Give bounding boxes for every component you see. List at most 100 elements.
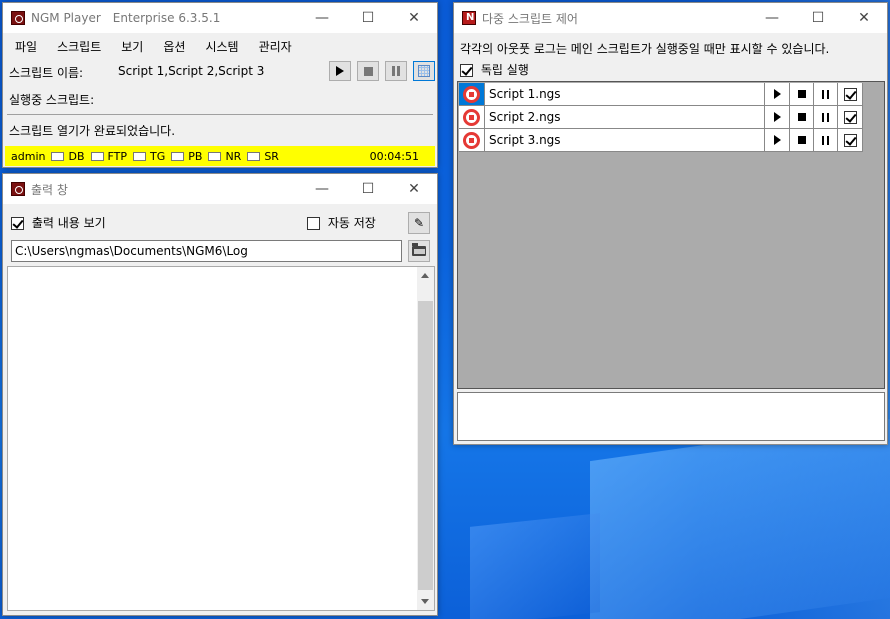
script-checkbox[interactable] [843,133,857,147]
menu-file[interactable]: 파일 [5,38,47,55]
script-row[interactable]: Script 1.ngs [459,83,863,106]
multi-script-button[interactable] [413,61,435,81]
script-play-button[interactable] [765,129,790,152]
script-stop-cell[interactable] [459,83,485,106]
player-titlebar[interactable]: NGM Player Enterprise 6.3.5.1 — ☐ ✕ [3,3,437,33]
independent-run-label: 독립 실행 [480,63,529,77]
script-checkbox-cell[interactable] [838,129,863,152]
stop-button[interactable] [357,61,379,81]
script-pause-button[interactable] [814,129,838,152]
script-stop-cell[interactable] [459,129,485,152]
multi-script-window: 다중 스크립트 제어 — ☐ ✕ 각각의 아웃풋 로그는 메인 스크립트가 실행… [453,2,888,445]
indicator-nr: NR [208,150,241,163]
folder-icon [412,243,426,256]
menu-options[interactable]: 옵션 [153,38,195,55]
output-close-button[interactable]: ✕ [391,174,437,204]
indicator-tg: TG [133,150,165,163]
output-title: 출력 창 [31,182,68,197]
auto-save-checkbox[interactable] [307,217,320,230]
close-button[interactable]: ✕ [391,3,437,33]
script-name-value: Script 1,Script 2,Script 3 [118,64,265,78]
script-play-button[interactable] [765,83,790,106]
scroll-thumb[interactable] [418,301,433,590]
auto-save-option[interactable]: 자동 저장 [307,214,376,231]
log-path-field[interactable]: C:\Users\ngmas\Documents\NGM6\Log [11,240,402,262]
maximize-icon: ☐ [811,10,825,26]
minimize-icon: — [765,10,779,26]
menu-admin[interactable]: 관리자 [249,38,302,55]
status-user: admin [11,149,46,163]
output-log-area[interactable] [7,266,435,611]
desktop-window-logo-pane-small [470,513,600,619]
status-message: 스크립트 열기가 완료되었습니다. [9,124,176,138]
script-name[interactable]: Script 2.ngs [485,106,765,129]
player-menubar: 파일 스크립트 보기 옵션 시스템 관리자 [3,33,437,59]
ftp-led-icon [90,151,104,161]
play-icon [336,66,344,76]
menu-script[interactable]: 스크립트 [47,38,111,55]
show-output-option[interactable]: 출력 내용 보기 [11,214,106,231]
nr-led-icon [208,151,222,161]
script-checkbox[interactable] [843,110,857,124]
player-statusbar: admin DB FTP TG PB NR SR 00:04:51 [5,146,435,166]
menu-system[interactable]: 시스템 [195,38,248,55]
script-stop-button[interactable] [790,106,814,129]
scroll-down-icon[interactable] [421,599,429,604]
multi-titlebar[interactable]: 다중 스크립트 제어 — ☐ ✕ [454,3,887,33]
multi-app-icon [462,11,476,25]
independent-run-checkbox[interactable] [460,64,473,77]
script-checkbox-cell[interactable] [838,106,863,129]
close-icon: ✕ [408,10,420,26]
script-row[interactable]: Script 2.ngs [459,106,863,129]
multi-minimize-button[interactable]: — [749,3,795,33]
maximize-button[interactable]: ☐ [345,3,391,33]
minimize-button[interactable]: — [299,3,345,33]
stop-icon [797,136,806,144]
multi-title: 다중 스크립트 제어 [482,11,578,26]
output-minimize-button[interactable]: — [299,174,345,204]
broom-icon: ✎ [413,216,425,230]
script-play-button[interactable] [765,106,790,129]
multi-description: 각각의 아웃풋 로그는 메인 스크립트가 실행중일 때만 표시할 수 있습니다. [460,42,830,56]
stop-icon [797,90,806,98]
pause-icon [822,112,829,122]
scroll-up-icon[interactable] [421,273,429,278]
script-stop-cell[interactable] [459,106,485,129]
clear-output-button[interactable]: ✎ [408,212,430,234]
pause-button[interactable] [385,61,407,81]
stop-circle-icon [463,108,480,126]
ngm-player-window: NGM Player Enterprise 6.3.5.1 — ☐ ✕ 파일 스크… [2,2,438,168]
auto-save-label: 자동 저장 [327,216,376,230]
tg-led-icon [133,151,146,161]
script-stop-button[interactable] [790,83,814,106]
script-checkbox[interactable] [843,87,857,101]
script-stop-button[interactable] [790,129,814,152]
script-name[interactable]: Script 1.ngs [485,83,765,106]
independent-run-option[interactable]: 독립 실행 [460,61,529,78]
script-pause-button[interactable] [814,106,838,129]
multi-maximize-button[interactable]: ☐ [795,3,841,33]
script-row[interactable]: Script 3.ngs [459,129,863,152]
script-grid: Script 1.ngs Script 2.ngs Script 3.ngs [457,81,885,389]
output-app-icon [11,182,25,196]
show-output-checkbox[interactable] [11,217,24,230]
browse-folder-button[interactable] [408,240,430,262]
output-scrollbar[interactable] [417,267,434,610]
script-name-label: 스크립트 이름: [9,66,84,80]
menu-view[interactable]: 보기 [111,38,153,55]
minimize-icon: — [315,181,329,197]
multi-close-button[interactable]: ✕ [841,3,887,33]
minimize-icon: — [315,10,329,26]
grid-icon [418,65,430,77]
running-script-label: 실행중 스크립트: [9,93,95,107]
stop-circle-icon [463,85,480,103]
script-pause-button[interactable] [814,83,838,106]
multi-log-box[interactable] [457,392,885,441]
play-button[interactable] [329,61,351,81]
player-title: NGM Player Enterprise 6.3.5.1 [31,11,221,25]
script-checkbox-cell[interactable] [838,83,863,106]
output-titlebar[interactable]: 출력 창 — ☐ ✕ [3,174,437,204]
output-maximize-button[interactable]: ☐ [345,174,391,204]
stop-icon [363,66,373,76]
script-name[interactable]: Script 3.ngs [485,129,765,152]
